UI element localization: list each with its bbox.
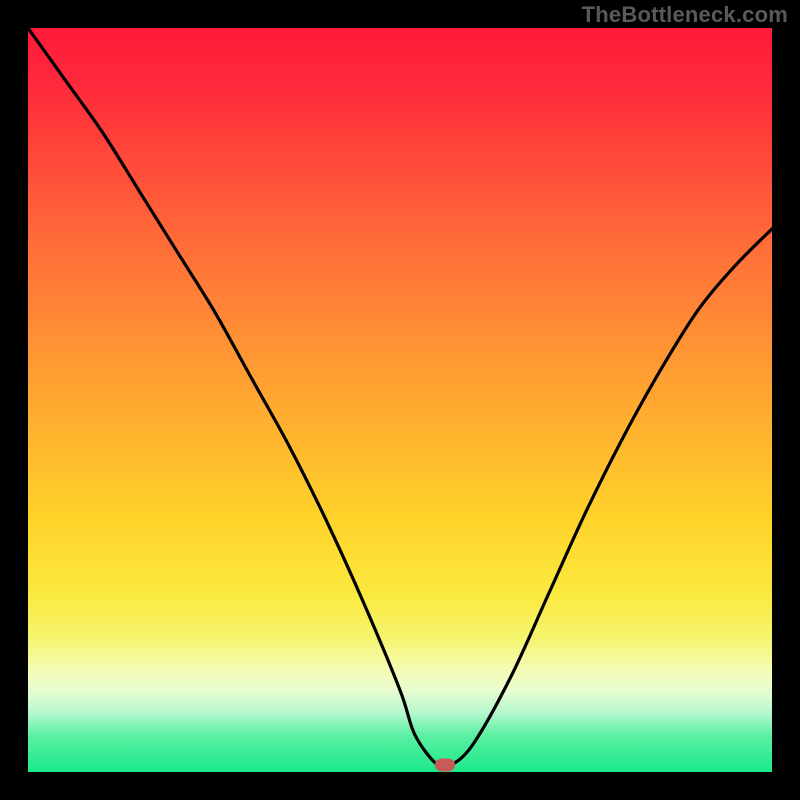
chart-frame: TheBottleneck.com: [0, 0, 800, 800]
watermark-text: TheBottleneck.com: [582, 2, 788, 28]
plot-area: [28, 28, 772, 772]
bottleneck-curve: [28, 28, 772, 772]
optimal-point-marker: [435, 758, 455, 771]
